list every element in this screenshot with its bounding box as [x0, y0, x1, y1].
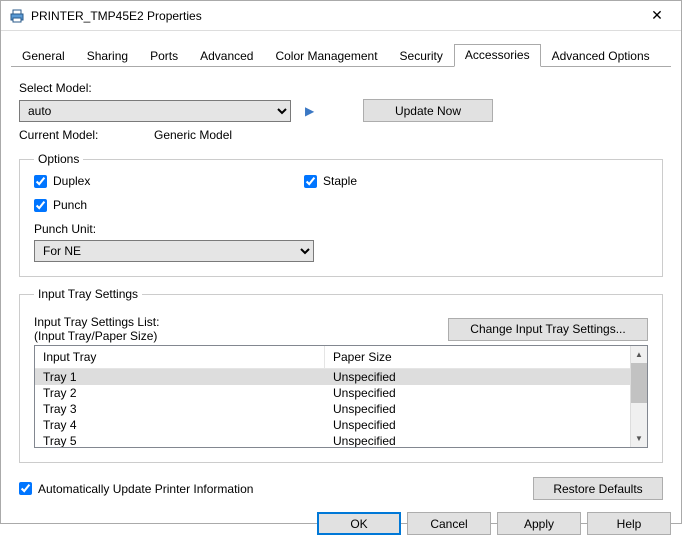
tray-group: Input Tray Settings Input Tray Settings … — [19, 287, 663, 463]
tab-general[interactable]: General — [11, 45, 76, 67]
tab-advanced[interactable]: Advanced — [189, 45, 264, 67]
table-row[interactable]: Tray 2 Unspecified — [35, 385, 647, 401]
options-group: Options Duplex Punch Staple — [19, 152, 663, 277]
staple-input[interactable] — [304, 175, 317, 188]
duplex-checkbox[interactable]: Duplex — [34, 174, 304, 188]
select-model-label: Select Model: — [19, 81, 663, 95]
punch-checkbox[interactable]: Punch — [34, 198, 304, 212]
tray-list-label: Input Tray Settings List: — [34, 315, 448, 329]
tray-list-sub: (Input Tray/Paper Size) — [34, 329, 448, 343]
tab-advanced-options[interactable]: Advanced Options — [541, 45, 661, 67]
punch-input[interactable] — [34, 199, 47, 212]
table-row[interactable]: Tray 1 Unspecified — [35, 369, 647, 385]
staple-label: Staple — [323, 174, 357, 188]
play-icon[interactable]: ▶ — [305, 104, 314, 118]
tray-scrollbar[interactable]: ▲ ▼ — [630, 346, 647, 447]
auto-update-label: Automatically Update Printer Information — [38, 482, 253, 496]
current-model-value: Generic Model — [154, 128, 232, 142]
select-model-combo[interactable]: auto — [19, 100, 291, 122]
auto-update-checkbox[interactable]: Automatically Update Printer Information — [19, 482, 253, 496]
tab-security[interactable]: Security — [389, 45, 454, 67]
update-now-button[interactable]: Update Now — [363, 99, 493, 122]
restore-defaults-button[interactable]: Restore Defaults — [533, 477, 663, 500]
current-model-label: Current Model: — [19, 128, 154, 142]
tray-table: Input Tray Paper Size Tray 1 Unspecified… — [34, 345, 648, 448]
punch-unit-combo[interactable]: For NE — [34, 240, 314, 262]
tray-col-paper-size[interactable]: Paper Size — [325, 346, 647, 368]
change-tray-button[interactable]: Change Input Tray Settings... — [448, 318, 648, 341]
tab-color-management[interactable]: Color Management — [264, 45, 388, 67]
close-button[interactable]: ✕ — [635, 2, 679, 30]
table-row[interactable]: Tray 5 Unspecified — [35, 433, 647, 447]
tab-accessories[interactable]: Accessories — [454, 44, 541, 67]
printer-icon — [9, 8, 25, 24]
scroll-down-icon[interactable]: ▼ — [631, 430, 647, 447]
punch-label: Punch — [53, 198, 87, 212]
scroll-thumb[interactable] — [631, 363, 647, 403]
window-title: PRINTER_TMP45E2 Properties — [31, 9, 635, 23]
table-row[interactable]: Tray 3 Unspecified — [35, 401, 647, 417]
duplex-input[interactable] — [34, 175, 47, 188]
table-row[interactable]: Tray 4 Unspecified — [35, 417, 647, 433]
tab-sharing[interactable]: Sharing — [76, 45, 139, 67]
scroll-up-icon[interactable]: ▲ — [631, 346, 647, 363]
auto-update-input[interactable] — [19, 482, 32, 495]
tab-ports[interactable]: Ports — [139, 45, 189, 67]
punch-unit-label: Punch Unit: — [34, 222, 648, 236]
tray-col-input-tray[interactable]: Input Tray — [35, 346, 325, 368]
tray-legend: Input Tray Settings — [34, 287, 142, 301]
staple-checkbox[interactable]: Staple — [304, 174, 357, 188]
duplex-label: Duplex — [53, 174, 90, 188]
options-legend: Options — [34, 152, 83, 166]
tab-strip: General Sharing Ports Advanced Color Man… — [11, 43, 671, 67]
title-bar: PRINTER_TMP45E2 Properties ✕ — [1, 1, 681, 31]
